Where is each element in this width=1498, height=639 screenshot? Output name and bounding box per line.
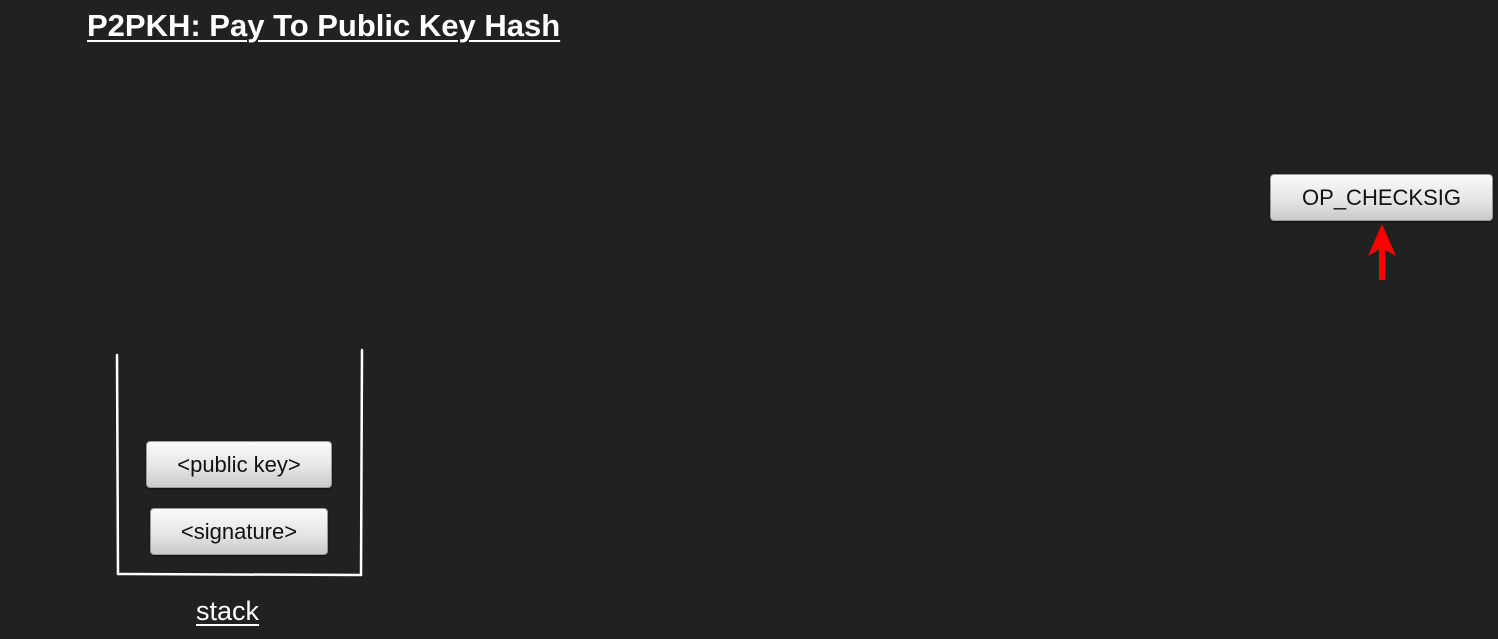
stack-item-public-key: <public key> — [146, 441, 332, 488]
current-opcode-token: OP_CHECKSIG — [1270, 174, 1493, 221]
stack-right-wall — [359, 348, 364, 577]
stack-bottom-wall — [116, 572, 363, 577]
stack-label: stack — [196, 596, 260, 626]
diagram-canvas: P2PKH: Pay To Public Key Hash OP_CHECKSI… — [0, 0, 1498, 639]
page-title: P2PKH: Pay To Public Key Hash — [87, 8, 561, 43]
stack-item-signature: <signature> — [150, 508, 328, 555]
stack-left-wall — [115, 353, 120, 576]
arrow-shaft — [1379, 246, 1385, 280]
up-arrow-icon — [1368, 224, 1396, 280]
